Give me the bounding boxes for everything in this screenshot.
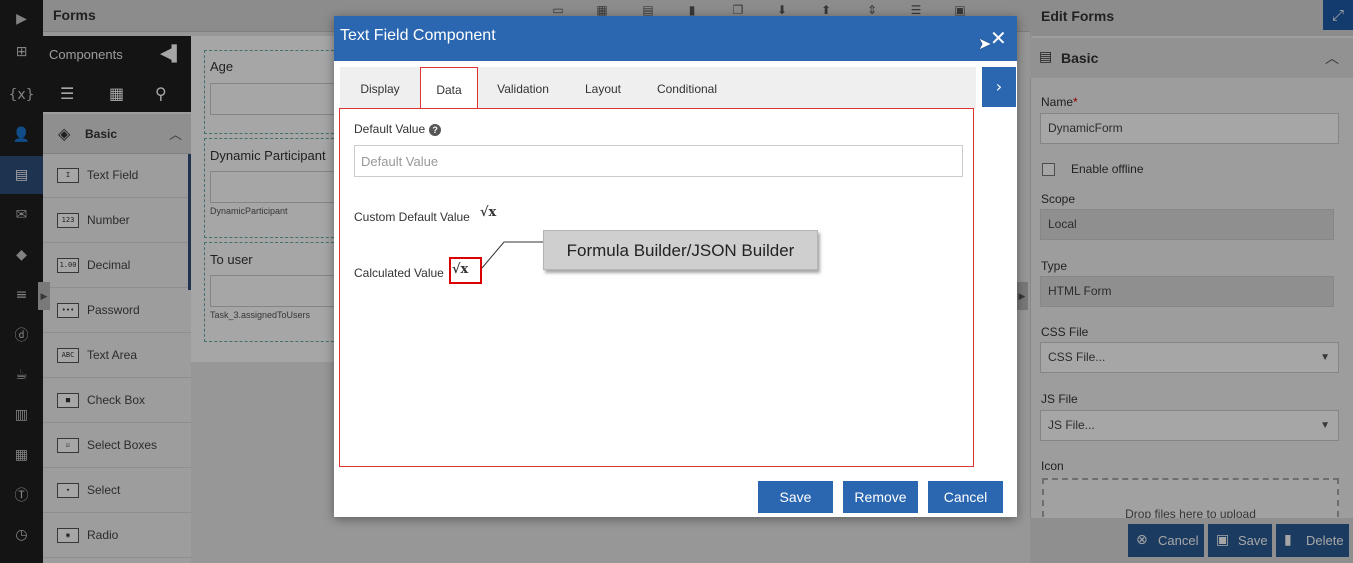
tab-validation[interactable]: Validation <box>486 67 560 109</box>
tab-layout[interactable]: Layout <box>572 67 634 109</box>
tab-conditional[interactable]: Conditional <box>646 67 728 109</box>
tab-next-icon[interactable]: › <box>982 67 1016 107</box>
help-icon[interactable]: ? <box>429 124 442 136</box>
dialog-cancel-button[interactable]: Cancel <box>928 481 1003 513</box>
formula-builder-callout: Formula Builder/JSON Builder <box>543 230 818 270</box>
custom-default-value-label: Custom Default Value <box>354 210 470 224</box>
dialog-save-button[interactable]: Save <box>758 481 833 513</box>
dialog-title: Text Field Component <box>340 27 496 44</box>
callout-pointer <box>481 241 544 269</box>
formula-builder-icon[interactable]: √x <box>480 205 496 220</box>
highlight-box <box>449 257 482 284</box>
dialog-remove-button[interactable]: Remove <box>843 481 918 513</box>
mouse-cursor-icon: ➤ <box>978 34 992 53</box>
close-icon[interactable]: ✕ <box>990 26 1007 50</box>
tab-data[interactable]: Data <box>420 67 478 109</box>
default-value-input[interactable] <box>354 145 963 177</box>
default-value-label: Default Value? <box>354 122 442 136</box>
tab-display[interactable]: Display <box>344 67 416 109</box>
calculated-value-label: Calculated Value <box>354 266 444 280</box>
